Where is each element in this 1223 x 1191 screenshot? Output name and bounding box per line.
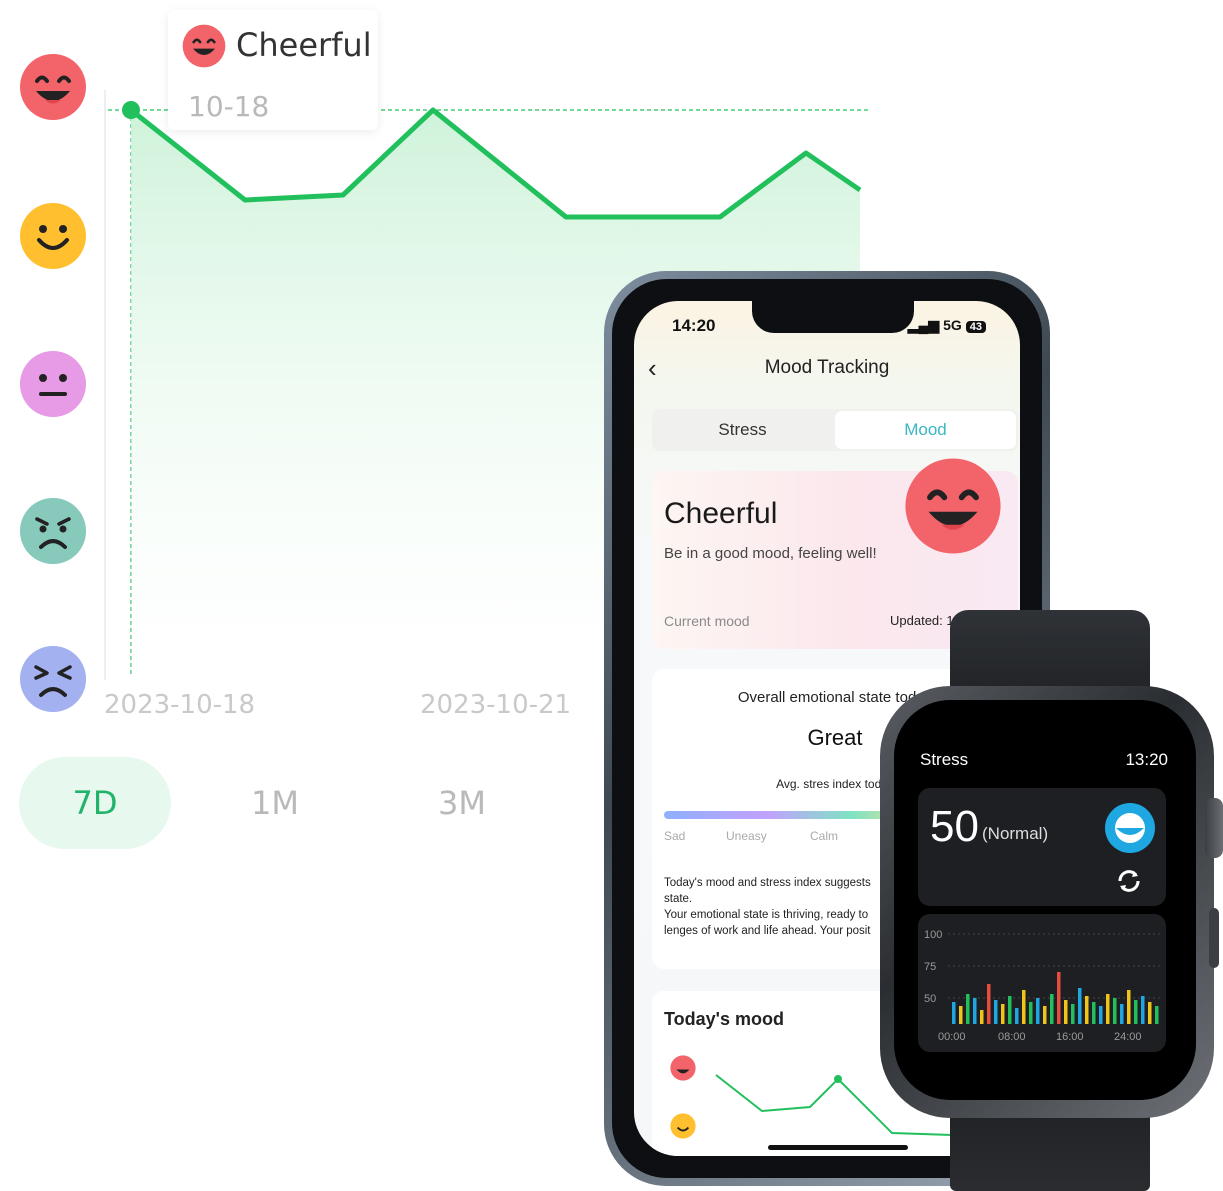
tab-stress[interactable]: Stress (652, 409, 833, 451)
watch-x-tick: 00:00 (938, 1031, 966, 1043)
stress-face-icon (1105, 803, 1155, 853)
watch-bar (1106, 994, 1110, 1024)
watch-bar (966, 994, 970, 1024)
watch-bar (1001, 1004, 1005, 1024)
product-collage: Cheerful 10-18 2023-10-18 2023-10-21 7D … (0, 0, 1223, 1191)
watch-bar (1092, 1002, 1096, 1024)
watch-bar (987, 984, 991, 1024)
watch-bar (1078, 988, 1082, 1024)
watch-x-tick: 16:00 (1056, 1031, 1084, 1043)
watch-bar (994, 1000, 998, 1024)
refresh-icon[interactable] (1114, 866, 1144, 896)
x-axis-label: 2023-10-18 (104, 690, 256, 720)
neutral-emoji-icon (20, 351, 86, 417)
watch-bar (1134, 1000, 1138, 1024)
watch-x-tick: 08:00 (998, 1031, 1026, 1043)
mood-title: Cheerful (664, 497, 778, 530)
happy-emoji-icon (20, 203, 86, 269)
tooltip-date: 10-18 (188, 90, 270, 123)
tab-mood[interactable]: Mood (835, 411, 1016, 449)
watch-bar (1141, 996, 1145, 1024)
watch-bar (1050, 994, 1054, 1024)
watch-bar (1029, 1002, 1033, 1024)
watch-title: Stress (920, 750, 969, 769)
watch-bar (1127, 990, 1131, 1024)
current-mood-label: Current mood (664, 613, 750, 629)
scale-label: Uneasy (726, 829, 767, 843)
mood-description: Be in a good mood, feeling well! (664, 545, 877, 562)
angry-emoji-icon (20, 646, 86, 712)
watch-bar (1057, 972, 1061, 1024)
stress-status: (Normal) (982, 824, 1049, 843)
stress-value-card: 50 (Normal) (918, 788, 1166, 906)
watch-bar (1064, 1000, 1068, 1024)
cheerful-emoji-icon (182, 24, 226, 68)
watch-bar (1085, 996, 1089, 1024)
watch-bar (973, 998, 977, 1024)
stress-bars: 100 75 50 00:00 08:00 16:00 24:00 (924, 929, 1160, 1043)
watch-bar (1120, 1004, 1124, 1024)
sad-emoji-icon (20, 498, 86, 564)
watch-bar (1155, 1006, 1159, 1024)
watch-bar (1015, 1008, 1019, 1024)
chart-tooltip: Cheerful 10-18 (168, 10, 378, 130)
network-label: 5G (943, 317, 962, 333)
happy-emoji-icon (670, 1113, 696, 1139)
watch-bar (1148, 1002, 1152, 1024)
watch-bar (1008, 996, 1012, 1024)
cheerful-emoji-icon (20, 54, 86, 120)
range-3m-button[interactable]: 3M (386, 757, 538, 849)
scale-label: Calm (810, 829, 839, 843)
cheerful-emoji-icon (905, 458, 1001, 554)
watch-bar (1071, 1004, 1075, 1024)
watch-y-tick: 50 (924, 993, 936, 1005)
watch-bar (1036, 998, 1040, 1024)
watch-y-tick: 100 (924, 929, 942, 941)
watch-crown[interactable] (1205, 798, 1223, 858)
smartwatch: Stress 13:20 50 (Normal) 100 75 50 00:00… (880, 610, 1223, 1191)
stress-bar-chart: 100 75 50 00:00 08:00 16:00 24:00 (918, 914, 1166, 1052)
scale-label: Sad (664, 829, 686, 843)
tab-switcher: Stress Mood (652, 409, 1018, 451)
watch-y-tick: 75 (924, 961, 936, 973)
watch-bar (980, 1010, 984, 1024)
range-7d-button[interactable]: 7D (19, 757, 171, 849)
watch-bar (1099, 1006, 1103, 1024)
battery-icon: 43 (965, 321, 986, 333)
watch-x-tick: 24:00 (1114, 1031, 1142, 1043)
range-1m-button[interactable]: 1M (199, 757, 351, 849)
stress-value: 50 (930, 802, 979, 851)
status-time: 14:20 (672, 316, 716, 335)
watch-time: 13:20 (1125, 750, 1168, 769)
watch-screen: Stress 13:20 50 (Normal) 100 75 50 00:00… (894, 700, 1196, 1100)
watch-bar (952, 1002, 956, 1024)
status-indicators: ▂▄▆ 5G 43 (908, 317, 986, 334)
watch-bar (1022, 990, 1026, 1024)
watch-bar (1043, 1006, 1047, 1024)
signal-icon: ▂▄▆ (907, 317, 944, 333)
watch-bar (1113, 998, 1117, 1024)
selected-point[interactable] (122, 101, 140, 119)
cheerful-emoji-icon (670, 1055, 696, 1081)
tooltip-mood-label: Cheerful (236, 26, 372, 64)
watch-bar (959, 1006, 963, 1024)
x-axis-label: 2023-10-21 (420, 690, 572, 720)
page-title: Mood Tracking (764, 357, 890, 378)
todays-mood-title: Today's mood (664, 1009, 784, 1029)
phone-notch (752, 301, 914, 333)
watch-side-button[interactable] (1209, 908, 1219, 968)
